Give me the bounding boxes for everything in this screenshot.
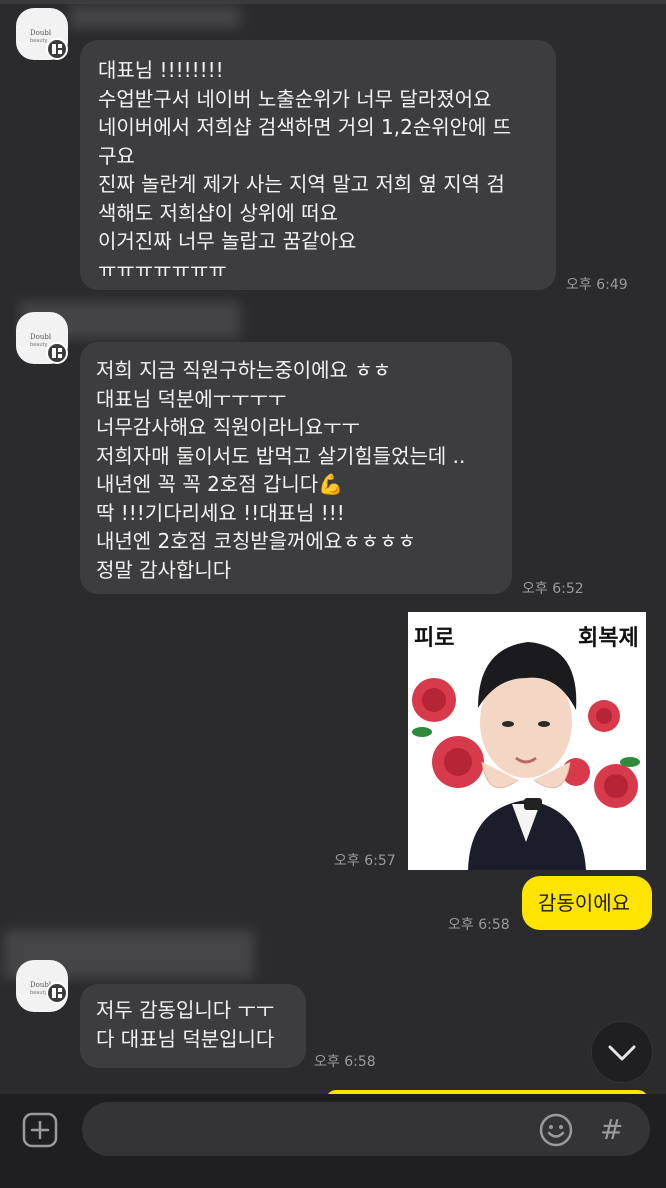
my-message-text: 감동이에요 [538, 891, 630, 915]
logo-mark-sub: beauty [30, 342, 48, 348]
message-time: 오후 6:58 [314, 1054, 376, 1070]
message-line: 네이버에서 저희샵 검색하면 거의 1,2순위안에 뜨 [98, 115, 512, 139]
logo-mark-sub: beauty [30, 990, 48, 996]
chevron-down-icon [608, 1045, 636, 1061]
message-line: 저두 감동입니다 ㅜㅜ [96, 998, 275, 1022]
message-bubble[interactable]: 대표님 !!!!!!!! 수업받구서 네이버 노출순위가 너무 달라졌어요 네이… [80, 40, 556, 290]
message-time: 오후 6:52 [522, 581, 584, 597]
message-time: 오후 6:49 [566, 277, 628, 293]
attach-button[interactable] [22, 1112, 58, 1148]
message-line: ㅠㅠㅠㅠㅠㅠㅠ [98, 257, 227, 282]
message-line: 구요 [98, 143, 135, 168]
scroll-to-bottom-button[interactable] [592, 1022, 652, 1082]
profile-badge-icon [46, 982, 68, 1004]
message-line: 대표님 !!!!!!!! [98, 58, 224, 82]
my-message-bubble[interactable]: 감동이에요 [522, 876, 652, 930]
message-line: 너무감사해요 직원이라니요ㅜㅜ [96, 415, 360, 439]
emoji-button[interactable] [538, 1112, 574, 1148]
message-line: 정말 감사합니다 [96, 557, 232, 582]
message-line: 수업받구서 네이버 노출순위가 너무 달라졌어요 [98, 86, 492, 111]
sticker-label-left: 피로 [414, 626, 455, 651]
message-line: 진짜 놀란게 제가 사는 지역 말고 저희 옆 지역 검 [98, 172, 505, 196]
sticker-label-right: 회복제 [578, 626, 639, 651]
message-line: 다 대표님 덕분입니다 [96, 1026, 275, 1051]
message-line: 저희 지금 직원구하는중이에요 ㅎㅎ [96, 358, 392, 382]
profile-badge-icon [46, 38, 68, 60]
profile-badge-icon [46, 342, 68, 364]
message-bubble[interactable]: 저희 지금 직원구하는중이에요 ㅎㅎ 대표님 덕분에ㅜㅜㅜㅜ 너무감사해요 직원… [80, 342, 512, 594]
hashtag-search-button[interactable]: # [600, 1110, 623, 1150]
plus-icon [22, 1112, 58, 1148]
message-line: 내년엔 2호점 코칭받을꺼에요ㅎㅎㅎㅎ [96, 529, 416, 553]
logo-mark-sub: beauty [30, 38, 48, 44]
message-line: 이거진짜 너무 놀랍고 꿈같아요 [98, 229, 357, 253]
sender-name-blurred [70, 6, 240, 28]
sticker-time: 오후 6:57 [334, 853, 396, 869]
message-line: 딱 !!!기다리세요 !!대표님 !!! [96, 500, 345, 525]
sticker-image[interactable]: 피로 회복제 [408, 612, 646, 870]
my-message-time: 오후 6:58 [448, 917, 510, 933]
message-line: 내년엔 꼭 꼭 2호점 갑니다💪 [96, 472, 344, 496]
logo-mark: Doubl [30, 333, 52, 341]
message-line: 색해도 저희샵이 상위에 떠요 [98, 200, 338, 225]
message-bubble[interactable]: 저두 감동입니다 ㅜㅜ 다 대표님 덕분입니다 [80, 984, 306, 1068]
top-divider [0, 0, 666, 4]
emoji-icon [539, 1113, 573, 1147]
message-line: 저희자매 둘이서도 밥먹고 살기힘들었는데 .. [96, 443, 466, 468]
logo-mark: Doubl [30, 29, 52, 37]
message-line: 대표님 덕분에ㅜㅜㅜㅜ [96, 386, 287, 411]
